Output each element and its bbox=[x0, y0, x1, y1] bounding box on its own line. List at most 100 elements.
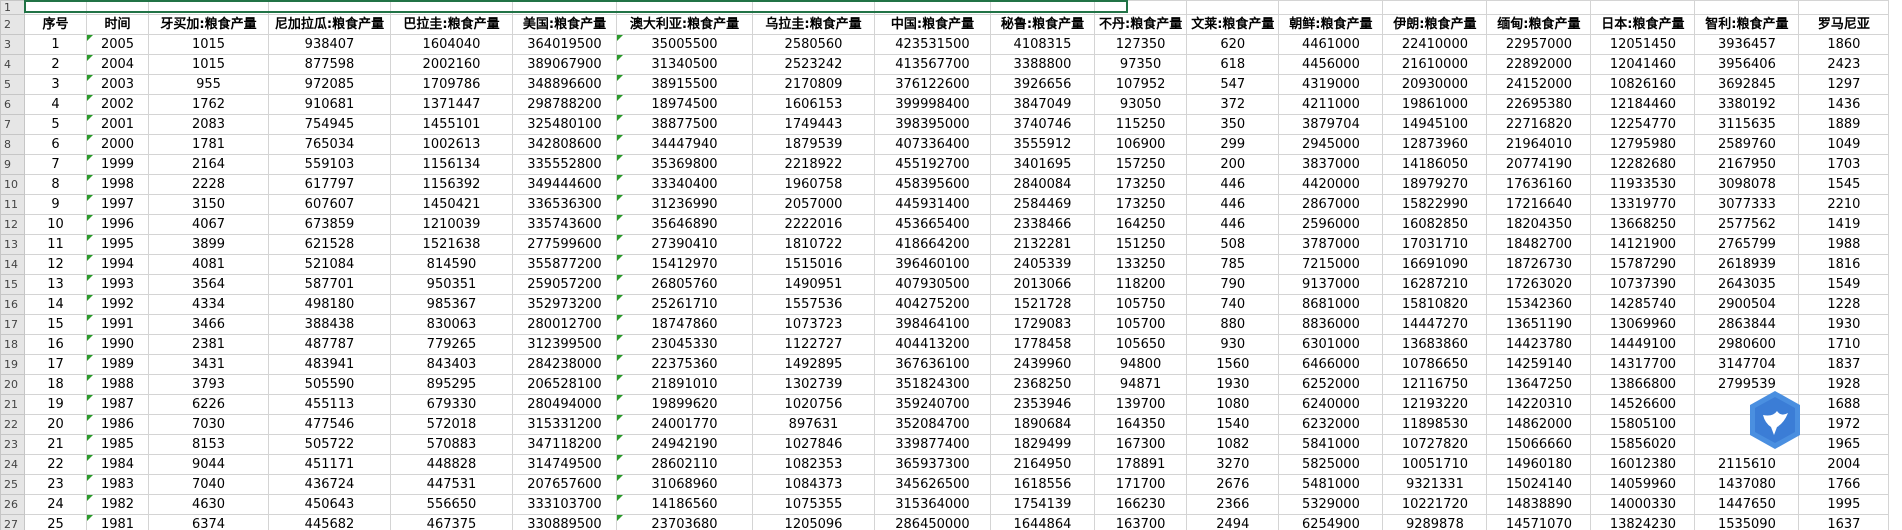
cell[interactable]: 1 bbox=[24, 34, 87, 55]
cell[interactable]: 107952 bbox=[1093, 74, 1188, 95]
cell[interactable]: 359240700 bbox=[874, 394, 991, 415]
cell[interactable]: 880 bbox=[1186, 314, 1280, 335]
cell[interactable]: 28602110 bbox=[616, 454, 753, 475]
cell[interactable]: 12116750 bbox=[1382, 374, 1488, 395]
column-header-cell[interactable]: 缅甸:粮食产量 bbox=[1486, 14, 1592, 35]
cell[interactable]: 508 bbox=[1186, 234, 1280, 255]
cell[interactable]: 18 bbox=[24, 374, 87, 395]
cell[interactable] bbox=[752, 0, 875, 15]
cell[interactable]: 13 bbox=[24, 274, 87, 295]
cell[interactable]: 12041460 bbox=[1590, 54, 1696, 75]
cell[interactable]: 19899620 bbox=[616, 394, 753, 415]
cell[interactable]: 1492895 bbox=[752, 354, 875, 375]
cell[interactable]: 12873960 bbox=[1382, 134, 1488, 155]
cell[interactable]: 24 bbox=[24, 494, 87, 515]
cell[interactable]: 679330 bbox=[390, 394, 513, 415]
column-header-cell[interactable]: 不丹:粮食产量 bbox=[1093, 14, 1188, 35]
cell[interactable]: 1002613 bbox=[390, 134, 513, 155]
cell[interactable]: 607607 bbox=[268, 194, 391, 215]
cell[interactable]: 94800 bbox=[1093, 354, 1188, 375]
cell[interactable]: 3837000 bbox=[1278, 154, 1384, 175]
cell[interactable] bbox=[1093, 0, 1188, 15]
cell[interactable]: 1994 bbox=[86, 254, 149, 275]
cell[interactable]: 1549 bbox=[1798, 274, 1890, 295]
cell[interactable]: 1606153 bbox=[752, 94, 875, 115]
cell[interactable]: 14571070 bbox=[1486, 514, 1592, 530]
row-header[interactable]: 16 bbox=[0, 294, 25, 315]
cell[interactable]: 22892000 bbox=[1486, 54, 1592, 75]
cell[interactable]: 2577562 bbox=[1694, 214, 1800, 235]
row-header[interactable]: 12 bbox=[0, 214, 25, 235]
cell[interactable]: 105650 bbox=[1093, 334, 1188, 355]
column-header-cell[interactable]: 牙买加:粮食产量 bbox=[148, 14, 269, 35]
cell[interactable]: 20930000 bbox=[1382, 74, 1488, 95]
cell[interactable]: 6252000 bbox=[1278, 374, 1384, 395]
cell[interactable]: 4334 bbox=[148, 294, 269, 315]
cell[interactable]: 3879704 bbox=[1278, 114, 1384, 135]
cell[interactable]: 93050 bbox=[1093, 94, 1188, 115]
cell[interactable]: 556650 bbox=[390, 494, 513, 515]
cell[interactable]: 2439960 bbox=[990, 354, 1095, 375]
cell[interactable]: 298788200 bbox=[512, 94, 617, 115]
cell[interactable]: 3 bbox=[24, 74, 87, 95]
cell[interactable]: 1540 bbox=[1186, 414, 1280, 435]
cell[interactable]: 349444600 bbox=[512, 174, 617, 195]
cell[interactable]: 1985 bbox=[86, 434, 149, 455]
cell[interactable]: 3401695 bbox=[990, 154, 1095, 175]
cell[interactable]: 779265 bbox=[390, 334, 513, 355]
cell[interactable]: 2228 bbox=[148, 174, 269, 195]
cell[interactable]: 35369800 bbox=[616, 154, 753, 175]
cell[interactable]: 2132281 bbox=[990, 234, 1095, 255]
cell[interactable]: 31236990 bbox=[616, 194, 753, 215]
cell[interactable]: 10 bbox=[24, 214, 87, 235]
cell[interactable]: 14960180 bbox=[1486, 454, 1592, 475]
cell[interactable]: 19 bbox=[24, 394, 87, 415]
cell[interactable]: 97350 bbox=[1093, 54, 1188, 75]
column-header-cell[interactable]: 乌拉圭:粮食产量 bbox=[752, 14, 875, 35]
cell[interactable] bbox=[1694, 0, 1800, 15]
cell[interactable]: 7030 bbox=[148, 414, 269, 435]
cell[interactable]: 2353946 bbox=[990, 394, 1095, 415]
cell[interactable]: 25261710 bbox=[616, 294, 753, 315]
row-header[interactable]: 8 bbox=[0, 134, 25, 155]
cell[interactable]: 2589760 bbox=[1694, 134, 1800, 155]
cell[interactable]: 12282680 bbox=[1590, 154, 1696, 175]
cell[interactable]: 277599600 bbox=[512, 234, 617, 255]
cell[interactable]: 280012700 bbox=[512, 314, 617, 335]
cell[interactable]: 1998 bbox=[86, 174, 149, 195]
cell[interactable]: 2368250 bbox=[990, 374, 1095, 395]
cell[interactable]: 1965 bbox=[1798, 434, 1890, 455]
cell[interactable]: 2115610 bbox=[1694, 454, 1800, 475]
cell[interactable]: 5 bbox=[24, 114, 87, 135]
cell[interactable]: 7 bbox=[24, 154, 87, 175]
cell[interactable]: 673859 bbox=[268, 214, 391, 235]
cell[interactable]: 505722 bbox=[268, 434, 391, 455]
cell[interactable]: 2643035 bbox=[1694, 274, 1800, 295]
cell[interactable]: 5825000 bbox=[1278, 454, 1384, 475]
cell[interactable]: 8153 bbox=[148, 434, 269, 455]
cell[interactable] bbox=[268, 0, 391, 15]
cell[interactable]: 2366 bbox=[1186, 494, 1280, 515]
cell[interactable]: 2867000 bbox=[1278, 194, 1384, 215]
cell[interactable]: 467375 bbox=[390, 514, 513, 530]
cell[interactable]: 1604040 bbox=[390, 34, 513, 55]
cell[interactable]: 1490951 bbox=[752, 274, 875, 295]
cell[interactable]: 407336400 bbox=[874, 134, 991, 155]
cell[interactable]: 2167950 bbox=[1694, 154, 1800, 175]
cell[interactable]: 1762 bbox=[148, 94, 269, 115]
cell[interactable]: 347118200 bbox=[512, 434, 617, 455]
cell[interactable]: 455113 bbox=[268, 394, 391, 415]
cell[interactable]: 1637 bbox=[1798, 514, 1890, 530]
cell[interactable]: 3388800 bbox=[990, 54, 1095, 75]
cell[interactable]: 3847049 bbox=[990, 94, 1095, 115]
column-header-cell[interactable]: 序号 bbox=[24, 14, 87, 35]
cell[interactable]: 21964010 bbox=[1486, 134, 1592, 155]
cell[interactable]: 1455101 bbox=[390, 114, 513, 135]
cell[interactable]: 280494000 bbox=[512, 394, 617, 415]
cell[interactable]: 14838890 bbox=[1486, 494, 1592, 515]
cell[interactable]: 2338466 bbox=[990, 214, 1095, 235]
cell[interactable]: 1996 bbox=[86, 214, 149, 235]
cell[interactable]: 1015 bbox=[148, 54, 269, 75]
cell[interactable]: 547 bbox=[1186, 74, 1280, 95]
cell[interactable]: 1889 bbox=[1798, 114, 1890, 135]
